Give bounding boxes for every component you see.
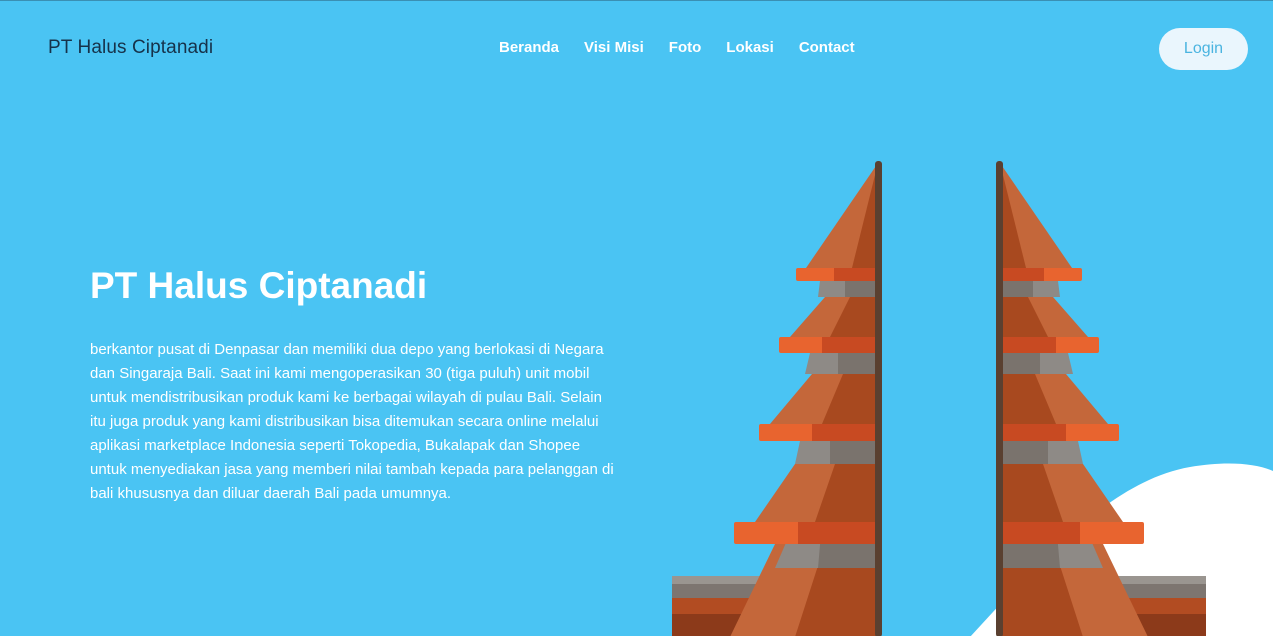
- hero-title: PT Halus Ciptanadi: [90, 265, 428, 306]
- nav-link-beranda[interactable]: Beranda: [499, 39, 559, 56]
- brand-name[interactable]: PT Halus Ciptanadi: [48, 37, 213, 59]
- navbar: PT Halus Ciptanadi Beranda Visi Misi Fot…: [0, 1, 1273, 96]
- nav-links: Beranda Visi Misi Foto Lokasi Contact: [499, 39, 880, 56]
- left-wall: [672, 576, 878, 636]
- right-wall: [1000, 576, 1206, 636]
- login-button[interactable]: Login: [1159, 28, 1248, 70]
- nav-link-visi-misi[interactable]: Visi Misi: [584, 39, 644, 56]
- hill-shape: [970, 463, 1273, 636]
- nav-link-foto[interactable]: Foto: [669, 39, 701, 56]
- left-gate-half: [730, 161, 882, 636]
- balinese-gate-illustration: [672, 161, 1273, 636]
- hero-description: berkantor pusat di Denpasar dan memiliki…: [90, 341, 614, 502]
- right-gate-half: [996, 161, 1148, 636]
- nav-link-lokasi[interactable]: Lokasi: [726, 39, 774, 56]
- nav-link-contact[interactable]: Contact: [799, 39, 855, 56]
